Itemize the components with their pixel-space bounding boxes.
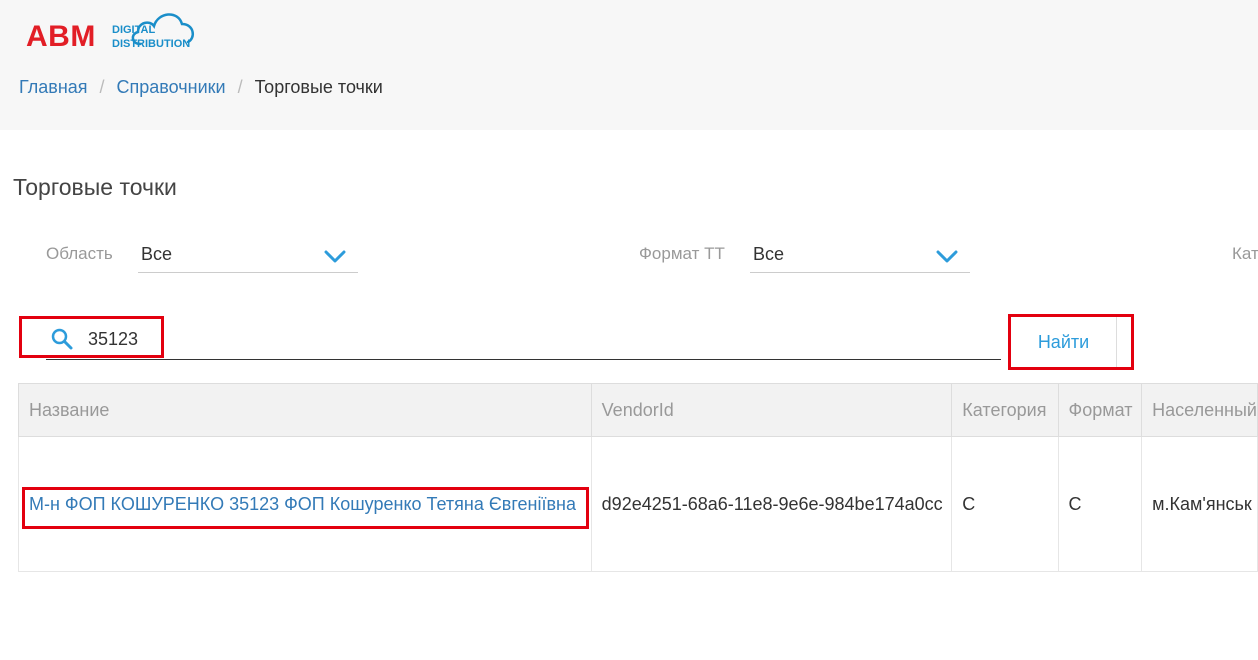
column-header-format[interactable]: Формат — [1057, 383, 1143, 437]
column-header-category[interactable]: Категория — [951, 383, 1059, 437]
chevron-down-icon — [936, 250, 958, 263]
table-row: М-н ФОП КОШУРЕНКО 35123 ФОП Кошуренко Те… — [18, 436, 1258, 572]
table-header-row: Название VendorId Категория Формат Насел… — [18, 383, 1258, 437]
search-icon — [51, 328, 73, 350]
breadcrumb-directories[interactable]: Справочники — [117, 77, 226, 98]
search-bar — [46, 318, 1001, 360]
region-select-value: Все — [141, 244, 173, 264]
logo-line-2: DISTRIBUTION — [112, 38, 191, 50]
logo-line-1: DIGITAL — [112, 24, 156, 36]
category-filter-label: Кат — [1232, 244, 1258, 263]
breadcrumb-separator: / — [237, 77, 243, 97]
breadcrumb: Главная / Справочники / Торговые точки — [19, 77, 383, 98]
format-select-value: Все — [753, 244, 785, 264]
column-header-vendor-id[interactable]: VendorId — [590, 383, 953, 437]
logo-brand: ABM — [26, 20, 96, 53]
region-select[interactable]: Все — [138, 238, 358, 273]
cell-category: С — [951, 436, 1059, 572]
format-select[interactable]: Все — [750, 238, 970, 273]
breadcrumb-home[interactable]: Главная — [19, 77, 88, 98]
chevron-down-icon — [324, 250, 346, 263]
cell-format: С — [1057, 436, 1143, 572]
cell-vendor-id: d92e4251-68a6-11e8-9e6e-984be174a0cc — [590, 436, 953, 572]
outlet-name-link[interactable]: М-н ФОП КОШУРЕНКО 35123 ФОП Кошуренко Те… — [29, 494, 576, 514]
breadcrumb-current: Торговые точки — [254, 77, 383, 97]
cell-locality: м.Кам'янськ — [1141, 436, 1258, 572]
search-input[interactable] — [88, 324, 968, 354]
breadcrumb-separator: / — [99, 77, 105, 97]
header: ABM DIGITAL DISTRIBUTION Главная / Справ… — [0, 0, 1258, 130]
cell-name: М-н ФОП КОШУРЕНКО 35123 ФОП Кошуренко Те… — [18, 436, 592, 572]
find-button[interactable]: Найти — [1011, 317, 1117, 367]
column-header-locality[interactable]: Населенный — [1141, 383, 1258, 437]
format-filter-label: Формат ТТ — [639, 244, 725, 263]
region-filter-label: Область — [46, 244, 113, 263]
outlets-table: Название VendorId Категория Формат Насел… — [18, 383, 1258, 572]
abm-logo[interactable]: ABM DIGITAL DISTRIBUTION — [26, 4, 206, 54]
column-header-name[interactable]: Название — [18, 383, 592, 437]
page-title: Торговые точки — [13, 174, 177, 200]
